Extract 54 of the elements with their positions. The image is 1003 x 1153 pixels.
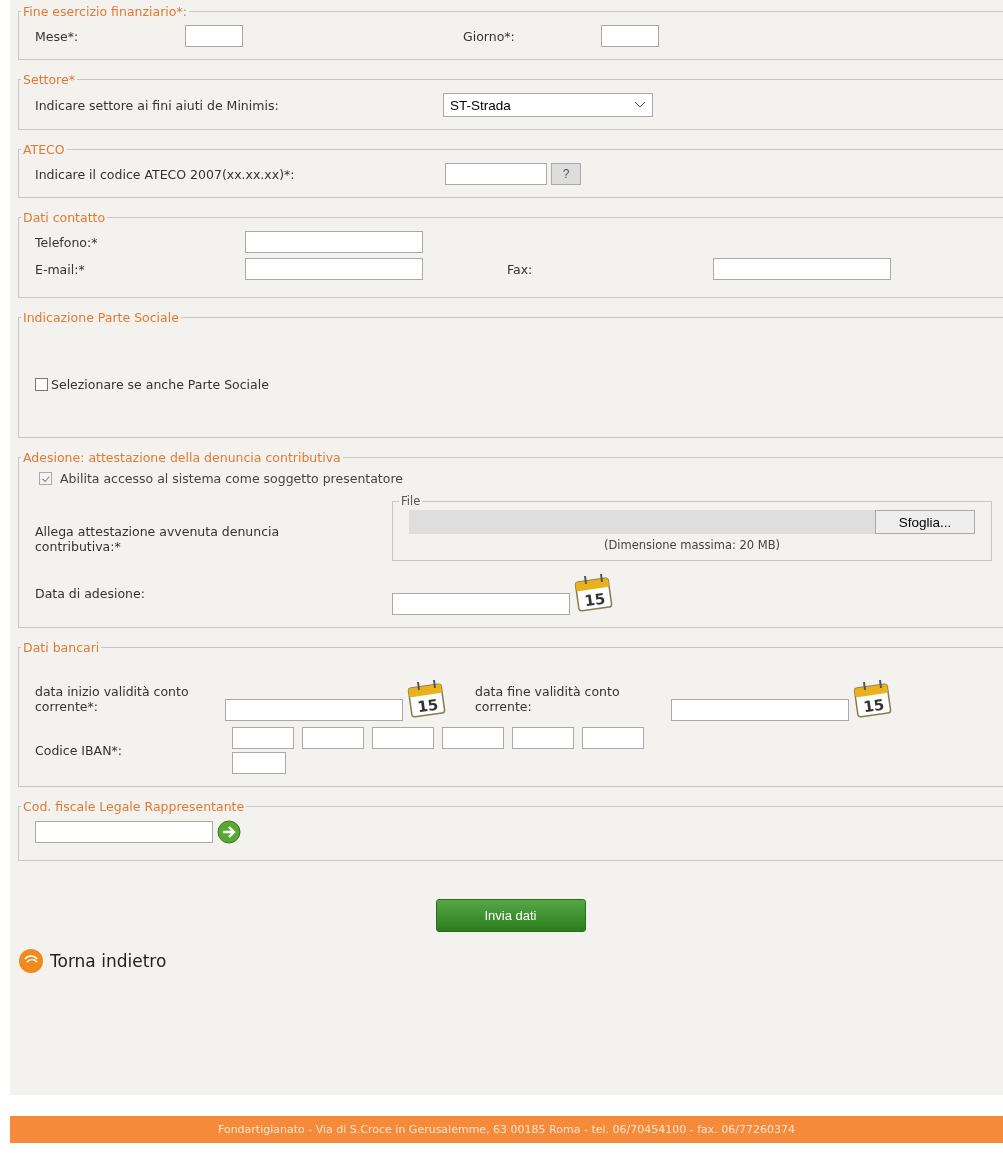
- iban-input[interactable]: [232, 752, 286, 774]
- browse-button[interactable]: Sfoglia...: [875, 510, 975, 534]
- iban-input[interactable]: [582, 727, 644, 749]
- section-legend: Fine esercizio finanziario*:: [21, 4, 189, 19]
- field-label: E-mail:*: [35, 261, 86, 277]
- ateco-input[interactable]: [445, 163, 547, 185]
- email-input[interactable]: [245, 258, 423, 280]
- field-label: Fax:: [507, 261, 534, 277]
- field-label: Telefono:*: [35, 234, 99, 250]
- checkbox[interactable]: [35, 378, 48, 391]
- footer-bar: Fondartigianato - Via di S.Croce in Gerusalemme, 63 00185 Roma - tel. 06/70454100 - fax. 06/77260374: [10, 1116, 1003, 1143]
- calendar-icon[interactable]: 15: [574, 574, 614, 612]
- calendar-icon[interactable]: 15: [853, 680, 893, 718]
- section-legend: ATECO: [21, 142, 67, 157]
- month-input[interactable]: [185, 25, 243, 47]
- section-legend: Adesione: attestazione della denuncia contributiva: [21, 450, 343, 465]
- field-label: Codice IBAN*:: [35, 743, 123, 758]
- section-legend: Cod. fiscale Legale Rappresentante: [21, 799, 247, 814]
- file-input[interactable]: Sfoglia...: [409, 510, 975, 534]
- section-legend: Indicazione Parte Sociale: [21, 310, 181, 325]
- field-label: Indicare settore ai fini aiuti de Minimis:: [35, 97, 280, 113]
- date-input[interactable]: [671, 699, 849, 721]
- chevron-icon: [634, 101, 646, 109]
- phone-input[interactable]: [245, 231, 423, 253]
- day-input[interactable]: [601, 25, 659, 47]
- section-legend: Dati contatto: [21, 210, 108, 225]
- submit-button[interactable]: Invia dati: [435, 899, 586, 932]
- iban-input[interactable]: [372, 727, 434, 749]
- field-label: data fine validità conto corrente:: [475, 684, 621, 714]
- iban-input[interactable]: [442, 727, 504, 749]
- arrow-right-icon[interactable]: [217, 820, 241, 844]
- size-note: (Dimensione massima: 20 MB): [602, 538, 782, 552]
- fax-input[interactable]: [713, 258, 891, 280]
- back-link[interactable]: Torna indietro: [18, 948, 167, 974]
- field-label: Mese*:: [35, 28, 80, 44]
- field-label: Indicare il codice ATECO 2007(xx.xx.xx)*:: [35, 166, 296, 182]
- help-button[interactable]: ?: [551, 163, 581, 185]
- section-legend: Settore*: [21, 72, 77, 87]
- section-legend: Dati bancari: [21, 640, 102, 655]
- checkbox-label: Selezionare se anche Parte Sociale: [51, 377, 269, 392]
- calendar-icon[interactable]: 15: [407, 680, 447, 718]
- iban-input[interactable]: [302, 727, 364, 749]
- file-legend: File: [399, 494, 423, 508]
- field-label: data inizio validità conto corrente*:: [35, 684, 190, 714]
- field-label: Allega attestazione avvenuta denuncia contributiva:*: [35, 523, 281, 554]
- date-input[interactable]: [392, 593, 570, 615]
- sector-select[interactable]: ST-Strada: [443, 93, 653, 117]
- field-label: Data di adesione:: [35, 585, 146, 601]
- date-input[interactable]: [225, 699, 403, 721]
- field-label: Giorno*:: [463, 28, 516, 44]
- tax-code-input[interactable]: [35, 821, 213, 843]
- iban-input[interactable]: [512, 727, 574, 749]
- iban-input[interactable]: [232, 727, 294, 749]
- checkbox-label: Abilita accesso al sistema come soggetto presentatore: [60, 471, 403, 486]
